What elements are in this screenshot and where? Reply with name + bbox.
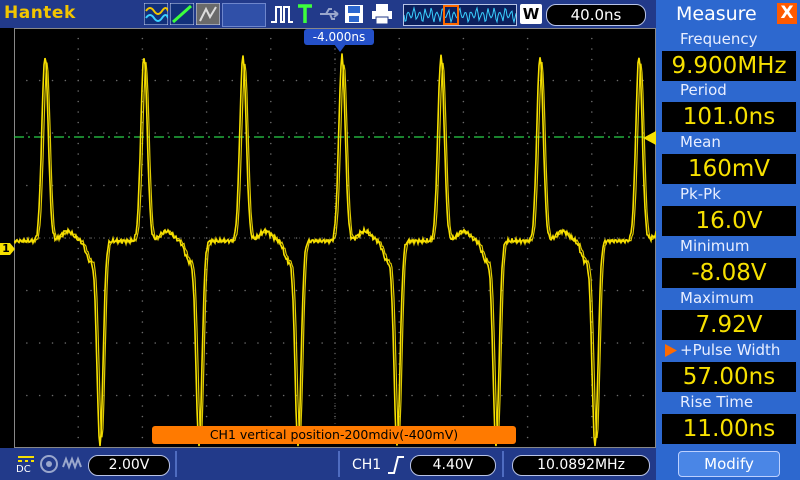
- measure-value-pk-pk[interactable]: 16.0V: [662, 206, 796, 236]
- measure-value-pulse-width[interactable]: 57.00ns: [662, 362, 796, 392]
- measure-value-maximum[interactable]: 7.92V: [662, 310, 796, 340]
- trigger-level-marker[interactable]: [643, 131, 656, 145]
- blank-indicator: [222, 3, 266, 27]
- rising-edge-icon[interactable]: [387, 455, 405, 475]
- trigger-position-marker: [334, 44, 346, 52]
- pulse-trigger-icon[interactable]: [270, 3, 294, 25]
- divider: [502, 451, 504, 477]
- dc-coupling-label: DC: [16, 464, 31, 475]
- measure-value-mean[interactable]: 160mV: [662, 154, 796, 184]
- measure-label-mean: Mean: [680, 133, 721, 151]
- printer-icon[interactable]: [370, 3, 394, 25]
- timebase-display[interactable]: 40.0ns: [546, 4, 646, 26]
- measure-value-minimum[interactable]: -8.08V: [662, 258, 796, 288]
- measure-label-pk-pk: Pk-Pk: [680, 185, 721, 203]
- measure-label-pulse-width: +Pulse Width: [680, 341, 781, 359]
- modify-button[interactable]: Modify: [678, 451, 780, 477]
- ramp-icon[interactable]: [170, 3, 194, 25]
- trigger-source-label[interactable]: CH1: [352, 457, 381, 473]
- measure-label-period: Period: [680, 81, 727, 99]
- trigger-position-label[interactable]: -4.000ns: [304, 29, 374, 45]
- status-notice: CH1 vertical position-200mdiv(-400mV): [152, 426, 516, 444]
- waveform-mode-icon[interactable]: [144, 3, 168, 25]
- measure-label-maximum: Maximum: [680, 289, 754, 307]
- measure-panel-title: Measure: [676, 3, 757, 25]
- measure-label-rise-time: Rise Time: [680, 393, 754, 411]
- frequency-counter: 10.0892MHz: [512, 455, 650, 476]
- trigger-t-icon[interactable]: [296, 3, 314, 25]
- waveform-display[interactable]: [14, 28, 656, 448]
- usb-icon[interactable]: [318, 3, 342, 25]
- ch1-marker-label: 1: [2, 242, 10, 255]
- divider: [338, 451, 340, 477]
- divider: [175, 451, 177, 477]
- bandwidth-limit-icon[interactable]: [62, 453, 84, 475]
- trigger-level-display[interactable]: 4.40V: [410, 455, 496, 476]
- save-icon[interactable]: [344, 3, 364, 25]
- ch1-volts-div[interactable]: 2.00V: [88, 455, 170, 476]
- persistence-icon[interactable]: [196, 3, 220, 25]
- ch1-trace-persist: [15, 61, 656, 441]
- run-status-badge[interactable]: W: [520, 4, 542, 24]
- probe-icon[interactable]: [38, 453, 60, 475]
- measure-label-minimum: Minimum: [680, 237, 750, 255]
- memory-position-indicator[interactable]: [403, 4, 517, 26]
- selected-arrow-icon: [665, 344, 677, 357]
- close-button[interactable]: X: [777, 3, 797, 24]
- measure-value-frequency[interactable]: 9.900MHz: [662, 51, 796, 81]
- brand-logo: Hantek: [4, 3, 76, 23]
- measure-label-frequency: Frequency: [680, 30, 758, 48]
- measure-value-rise-time[interactable]: 11.00ns: [662, 414, 796, 444]
- measure-value-period[interactable]: 101.0ns: [662, 102, 796, 132]
